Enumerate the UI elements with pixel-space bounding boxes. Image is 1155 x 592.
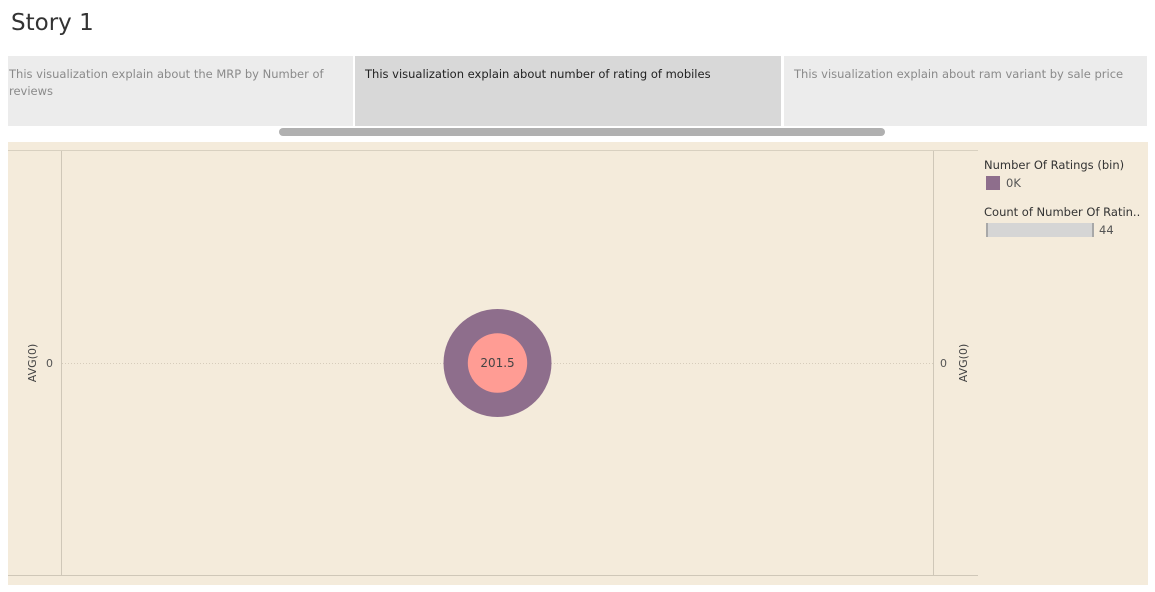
story-point-tab-2[interactable]: This visualization explain about number … <box>355 56 781 126</box>
size-legend-title: Count of Number Of Ratin.. <box>984 205 1141 219</box>
y-tick-left: 0 <box>46 357 53 370</box>
color-legend-label: 0K <box>1006 176 1021 190</box>
color-legend-item[interactable]: 0K <box>984 175 1144 191</box>
size-legend-item: 44 <box>984 222 1144 238</box>
story-point-tabs: This visualization explain about the MRP… <box>8 56 1147 126</box>
story-title: Story 1 <box>11 10 94 36</box>
y-axis-title-left: AVG(0) <box>26 344 39 382</box>
story-point-tab-1[interactable]: This visualization explain about the MRP… <box>8 56 353 126</box>
y-axis-title-right: AVG(0) <box>957 344 970 382</box>
size-legend-bar <box>986 223 1094 237</box>
story-point-tab-3[interactable]: This visualization explain about ram var… <box>784 56 1147 126</box>
marks-group: 201.5 <box>443 309 552 417</box>
dashboard-area: AVG(0) AVG(0) 0 0 201.5 Number Of Rating… <box>8 142 1148 585</box>
legend: Number Of Ratings (bin) 0K Count of Numb… <box>984 158 1144 252</box>
y-tick-right: 0 <box>940 357 947 370</box>
color-legend-title: Number Of Ratings (bin) <box>984 158 1125 172</box>
bubble-label: 201.5 <box>480 356 514 370</box>
tabs-scrollbar[interactable] <box>279 128 885 136</box>
chart-svg: AVG(0) AVG(0) 0 0 201.5 <box>8 150 978 576</box>
size-legend-max-label: 44 <box>1099 223 1114 237</box>
color-legend-swatch <box>986 176 1000 190</box>
